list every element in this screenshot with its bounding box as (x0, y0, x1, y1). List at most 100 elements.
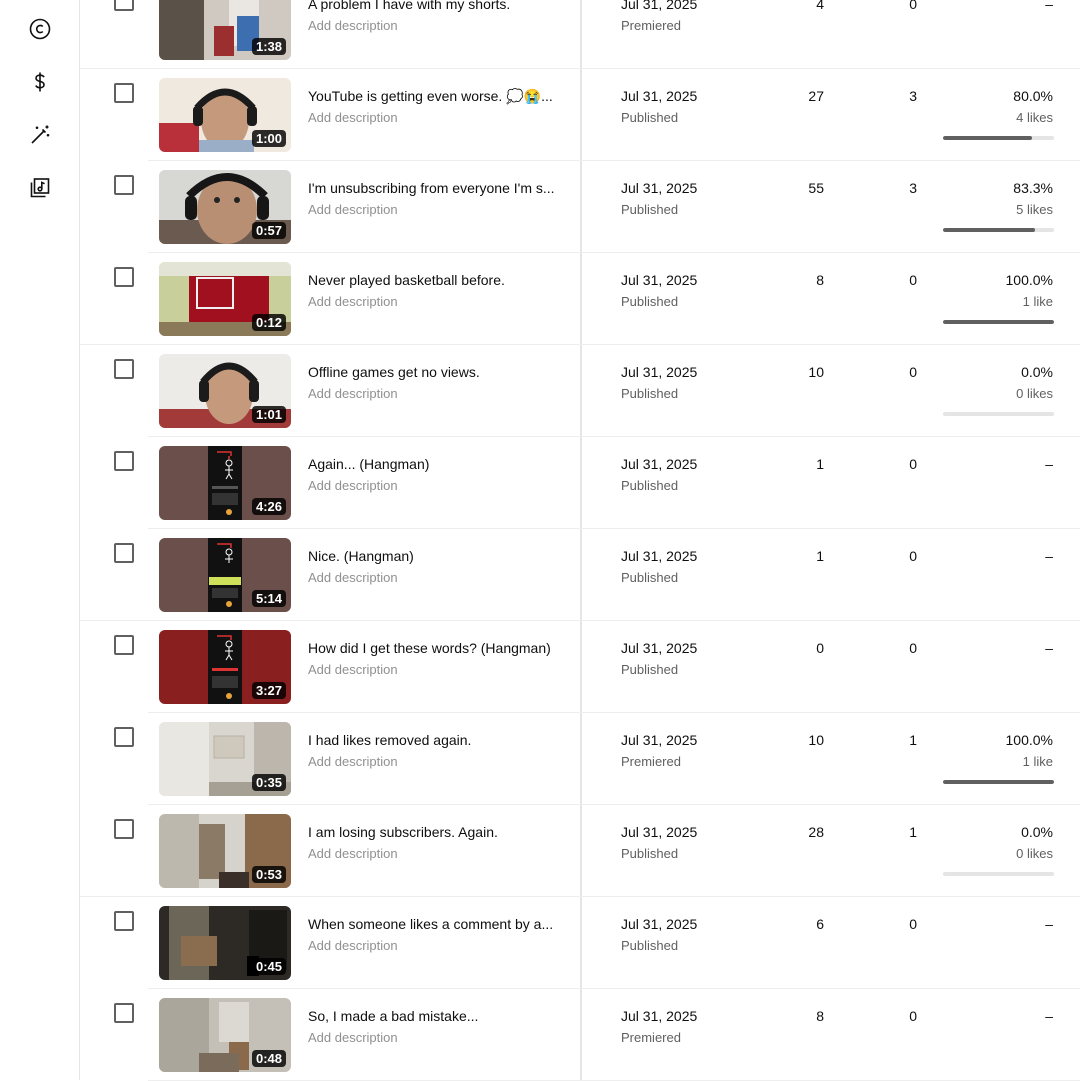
video-description[interactable]: Add description (308, 754, 398, 769)
video-title[interactable]: I'm unsubscribing from everyone I'm s... (308, 180, 563, 196)
dollar-icon (35, 72, 45, 92)
table-row[interactable]: 0:12 Never played basketball before. Add d… (80, 253, 1080, 345)
table-row[interactable]: 0:48 So, I made a bad mistake... Add descr… (80, 989, 1080, 1081)
row-checkbox[interactable] (114, 359, 134, 379)
video-description[interactable]: Add description (308, 570, 398, 585)
table-row[interactable]: 1:38 A problem I have with my shorts. Add … (80, 0, 1080, 69)
video-duration: 0:45 (251, 958, 286, 975)
video-duration: 1:01 (251, 406, 286, 423)
video-thumbnail[interactable]: 3:27 (159, 630, 291, 704)
sidebar-item-copyright[interactable] (24, 13, 56, 45)
video-title[interactable]: Again... (Hangman) (308, 456, 563, 472)
video-thumbnail[interactable]: 0:35 (159, 722, 291, 796)
video-title[interactable]: When someone likes a comment by a... (308, 916, 563, 932)
video-title[interactable]: So, I made a bad mistake... (308, 1008, 563, 1024)
video-description[interactable]: Add description (308, 662, 398, 677)
sidebar (0, 0, 80, 1080)
row-checkbox[interactable] (114, 543, 134, 563)
video-title[interactable]: A problem I have with my shorts. (308, 0, 563, 12)
video-like-count: 0 likes (1016, 386, 1053, 401)
video-views: 10 (808, 732, 824, 748)
video-duration: 0:53 (251, 866, 286, 883)
copyright-icon (29, 18, 51, 40)
video-duration: 0:48 (251, 1050, 286, 1067)
video-title[interactable]: Offline games get no views. (308, 364, 563, 380)
video-duration: 3:27 (251, 682, 286, 699)
video-thumbnail[interactable]: 4:26 (159, 446, 291, 520)
video-description[interactable]: Add description (308, 386, 398, 401)
table-row[interactable]: 1:00 YouTube is getting even worse. 💭😭...… (80, 69, 1080, 161)
table-row[interactable]: 0:57 I'm unsubscribing from everyone I'm … (80, 161, 1080, 253)
table-row[interactable]: 4:26 Again... (Hangman) Add description Jul… (80, 437, 1080, 529)
likes-ratio-bar (943, 228, 1054, 232)
video-date: Jul 31, 2025 (621, 88, 698, 104)
video-title[interactable]: How did I get these words? (Hangman) (308, 640, 563, 656)
row-checkbox[interactable] (114, 83, 134, 103)
row-checkbox[interactable] (114, 1003, 134, 1023)
video-thumbnail[interactable]: 0:53 (159, 814, 291, 888)
row-checkbox[interactable] (114, 175, 134, 195)
video-date: Jul 31, 2025 (621, 272, 698, 288)
video-like-count: 0 likes (1016, 846, 1053, 861)
video-status: Published (621, 938, 679, 953)
row-checkbox[interactable] (114, 0, 134, 11)
table-row[interactable]: 3:27 How did I get these words? (Hangman)… (80, 621, 1080, 713)
sidebar-item-audio-library[interactable] (24, 172, 56, 204)
video-status: Premiered (621, 1030, 681, 1045)
row-checkbox[interactable] (114, 635, 134, 655)
sidebar-item-earn[interactable] (24, 66, 56, 98)
video-description[interactable]: Add description (308, 846, 398, 861)
video-views: 1 (816, 456, 824, 472)
video-thumbnail[interactable]: 0:48 (159, 998, 291, 1072)
table-row[interactable]: 1:01 Offline games get no views. Add descr… (80, 345, 1080, 437)
video-description[interactable]: Add description (308, 110, 398, 125)
video-date: Jul 31, 2025 (621, 364, 698, 380)
video-date: Jul 31, 2025 (621, 916, 698, 932)
video-duration: 0:57 (251, 222, 286, 239)
table-row[interactable]: 5:14 Nice. (Hangman) Add description Jul 31… (80, 529, 1080, 621)
video-title[interactable]: Nice. (Hangman) (308, 548, 563, 564)
video-status: Published (621, 478, 679, 493)
video-like-percentage: 80.0% (1013, 88, 1053, 104)
video-duration: 0:35 (251, 774, 286, 791)
video-description[interactable]: Add description (308, 938, 398, 953)
video-status: Premiered (621, 754, 681, 769)
row-checkbox[interactable] (114, 911, 134, 931)
video-status: Published (621, 202, 679, 217)
video-title[interactable]: YouTube is getting even worse. 💭😭... (308, 88, 563, 105)
row-checkbox[interactable] (114, 819, 134, 839)
video-status: Premiered (621, 18, 681, 33)
sidebar-item-customization[interactable] (24, 119, 56, 151)
video-thumbnail[interactable]: 1:01 (159, 354, 291, 428)
likes-ratio-fill (943, 780, 1054, 784)
video-status: Published (621, 386, 679, 401)
video-like-percentage: 100.0% (1005, 732, 1053, 748)
table-row[interactable]: 0:35 I had likes removed again. Add descri… (80, 713, 1080, 805)
video-description[interactable]: Add description (308, 1030, 398, 1045)
video-description[interactable]: Add description (308, 18, 398, 33)
video-duration: 4:26 (251, 498, 286, 515)
video-date: Jul 31, 2025 (621, 0, 698, 12)
video-views: 4 (816, 0, 824, 12)
video-like-count: 1 like (1022, 754, 1053, 769)
video-thumbnail[interactable]: 1:00 (159, 78, 291, 152)
video-title[interactable]: I am losing subscribers. Again. (308, 824, 563, 840)
video-description[interactable]: Add description (308, 202, 398, 217)
video-title[interactable]: Never played basketball before. (308, 272, 563, 288)
likes-ratio-bar (943, 780, 1054, 784)
video-thumbnail[interactable]: 0:57 (159, 170, 291, 244)
video-thumbnail[interactable]: 0:45 (159, 906, 291, 980)
video-thumbnail[interactable]: 0:12 (159, 262, 291, 336)
video-description[interactable]: Add description (308, 294, 398, 309)
table-row[interactable]: 0:53 I am losing subscribers. Again. Add d… (80, 805, 1080, 897)
video-title[interactable]: I had likes removed again. (308, 732, 563, 748)
video-date: Jul 31, 2025 (621, 180, 698, 196)
video-description[interactable]: Add description (308, 478, 398, 493)
likes-ratio-bar (943, 872, 1054, 876)
table-row[interactable]: 0:45 When someone likes a comment by a...… (80, 897, 1080, 989)
row-checkbox[interactable] (114, 451, 134, 471)
row-checkbox[interactable] (114, 727, 134, 747)
row-checkbox[interactable] (114, 267, 134, 287)
video-thumbnail[interactable]: 1:38 (159, 0, 291, 60)
video-thumbnail[interactable]: 5:14 (159, 538, 291, 612)
